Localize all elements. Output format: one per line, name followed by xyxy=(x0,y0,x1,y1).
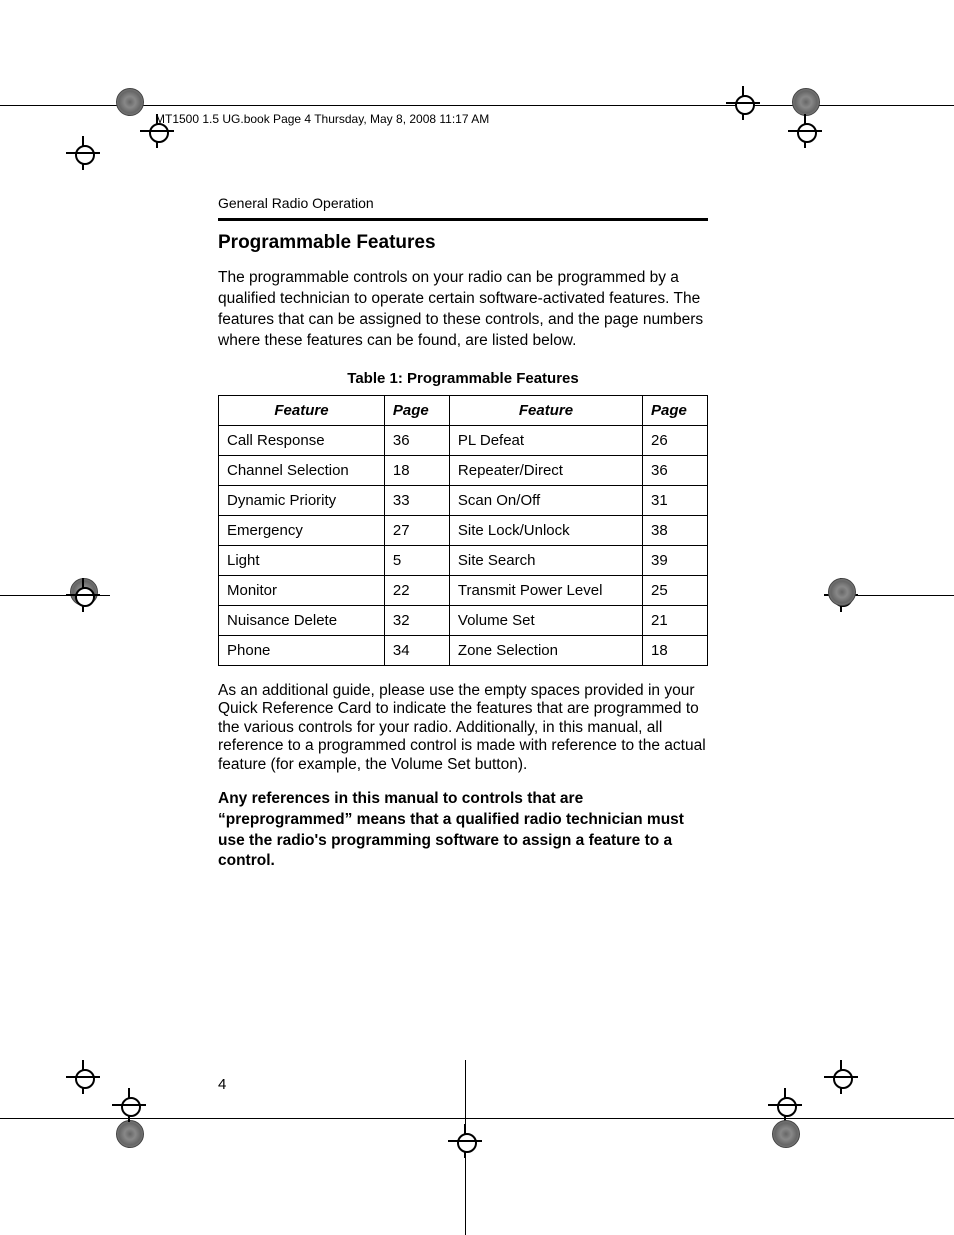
table-row: Light5Site Search39 xyxy=(219,545,708,575)
registration-mark-icon xyxy=(70,572,130,632)
page-cell: 33 xyxy=(384,485,449,515)
page-number: 4 xyxy=(218,1076,226,1093)
feature-cell: Transmit Power Level xyxy=(449,575,642,605)
table-row: Channel Selection18Repeater/Direct36 xyxy=(219,455,708,485)
features-table: Feature Page Feature Page Call Response3… xyxy=(218,395,708,666)
registration-mark-icon xyxy=(828,572,888,632)
feature-cell: Repeater/Direct xyxy=(449,455,642,485)
registration-mark-icon xyxy=(772,1096,832,1156)
registration-mark-icon xyxy=(730,68,790,128)
page-header-meta: MT1500 1.5 UG.book Page 4 Thursday, May … xyxy=(155,112,489,126)
page-cell: 26 xyxy=(643,425,708,455)
table-row: Phone34Zone Selection18 xyxy=(219,635,708,665)
feature-cell: Dynamic Priority xyxy=(219,485,385,515)
content-area: Programmable Features The programmable c… xyxy=(218,232,708,872)
feature-cell: Nuisance Delete xyxy=(219,605,385,635)
feature-cell: Phone xyxy=(219,635,385,665)
col-feature: Feature xyxy=(449,395,642,425)
page-cell: 5 xyxy=(384,545,449,575)
table-row: Nuisance Delete32Volume Set21 xyxy=(219,605,708,635)
registration-mark-icon xyxy=(828,1064,888,1124)
table-row: Dynamic Priority33Scan On/Off31 xyxy=(219,485,708,515)
preprogrammed-note: Any references in this manual to control… xyxy=(218,789,708,873)
feature-cell: Call Response xyxy=(219,425,385,455)
feature-cell: Light xyxy=(219,545,385,575)
page-cell: 22 xyxy=(384,575,449,605)
registration-mark-icon xyxy=(70,140,130,200)
feature-cell: Zone Selection xyxy=(449,635,642,665)
table-row: Call Response36PL Defeat26 xyxy=(219,425,708,455)
feature-cell: Monitor xyxy=(219,575,385,605)
page-cell: 38 xyxy=(643,515,708,545)
section-header: General Radio Operation xyxy=(218,195,374,211)
col-page: Page xyxy=(384,395,449,425)
feature-cell: Site Search xyxy=(449,545,642,575)
col-feature: Feature xyxy=(219,395,385,425)
table-caption: Table 1: Programmable Features xyxy=(218,370,708,387)
page-cell: 31 xyxy=(643,485,708,515)
page-cell: 21 xyxy=(643,605,708,635)
table-row: Emergency27Site Lock/Unlock38 xyxy=(219,515,708,545)
guide-paragraph: As an additional guide, please use the e… xyxy=(218,682,708,775)
section-divider xyxy=(218,218,708,221)
intro-paragraph: The programmable controls on your radio … xyxy=(218,268,708,352)
page-cell: 18 xyxy=(384,455,449,485)
feature-cell: Volume Set xyxy=(449,605,642,635)
feature-cell: Scan On/Off xyxy=(449,485,642,515)
feature-cell: PL Defeat xyxy=(449,425,642,455)
table-header-row: Feature Page Feature Page xyxy=(219,395,708,425)
registration-mark-icon xyxy=(116,1096,176,1156)
page-title: Programmable Features xyxy=(218,232,708,254)
page-cell: 25 xyxy=(643,575,708,605)
registration-mark-icon xyxy=(792,82,852,142)
col-page: Page xyxy=(643,395,708,425)
registration-mark-icon xyxy=(438,1128,498,1188)
page-cell: 36 xyxy=(643,455,708,485)
page-cell: 18 xyxy=(643,635,708,665)
page-cell: 34 xyxy=(384,635,449,665)
page-cell: 39 xyxy=(643,545,708,575)
page-cell: 32 xyxy=(384,605,449,635)
feature-cell: Site Lock/Unlock xyxy=(449,515,642,545)
table-row: Monitor22Transmit Power Level25 xyxy=(219,575,708,605)
feature-cell: Emergency xyxy=(219,515,385,545)
feature-cell: Channel Selection xyxy=(219,455,385,485)
page-cell: 27 xyxy=(384,515,449,545)
page: MT1500 1.5 UG.book Page 4 Thursday, May … xyxy=(0,0,954,1235)
page-cell: 36 xyxy=(384,425,449,455)
